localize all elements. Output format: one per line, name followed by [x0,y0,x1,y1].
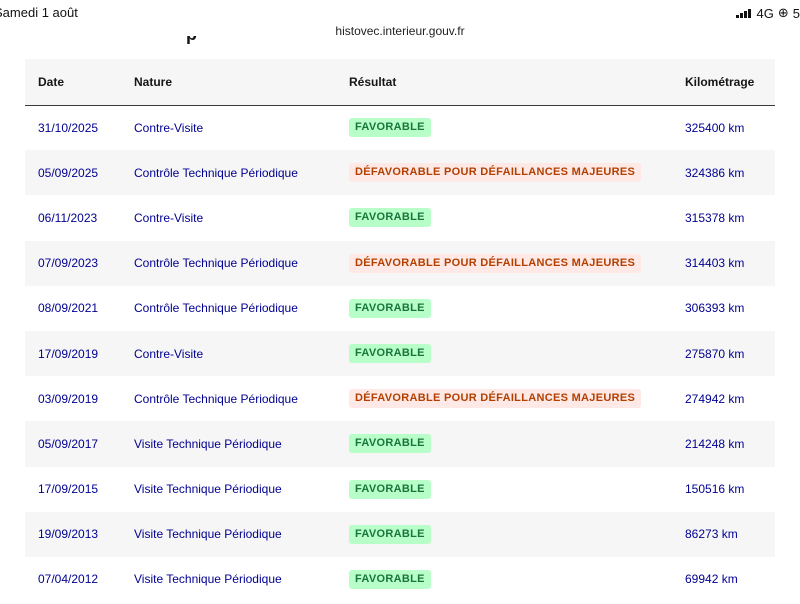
cell-date: 19/09/2013 [38,527,99,542]
cell-mileage: 324386 km [685,165,745,180]
cell-result: FAVORABLE [336,467,672,512]
cell-date: 17/09/2015 [38,482,99,497]
cell-result: FAVORABLE [336,512,672,557]
table-row: 08/09/2021 Contrôle Technique Périodique F… [25,286,775,331]
cell-result: FAVORABLE [336,195,672,240]
cell-nature: Contre-Visite [134,346,204,361]
status-date: Samedi 1 août [0,5,78,20]
cell-date: 07/04/2012 [38,572,99,587]
cell-result: FAVORABLE [336,421,672,466]
inspection-history-table-container: Date Nature Résultat Kilométrage 31/10/2… [25,59,775,604]
table-row: 03/09/2019 Contrôle Technique Périodique D… [25,376,775,421]
cell-date: 05/09/2025 [38,165,99,180]
column-header-date: Date [38,74,65,89]
cell-mileage: 69942 km [685,572,738,587]
result-badge-unfavorable: DÉFAVORABLE POUR DÉFAILLANCES MAJEURES [349,253,642,273]
battery-percent: 5 [792,5,800,21]
cellular-signal-icon [735,8,751,18]
cell-mileage: 214248 km [685,436,745,451]
network-type: 4G [756,5,774,21]
cell-mileage: 314403 km [685,256,745,271]
table-row: 07/09/2023 Contrôle Technique Périodique D… [25,240,775,286]
cell-date: 03/09/2019 [38,391,99,406]
cell-mileage: 274942 km [685,391,745,406]
status-indicators: 4G ⊕ 5 [735,5,800,21]
cell-nature: Visite Technique Périodique [134,482,282,497]
table-row: 17/09/2015 Visite Technique Périodique FAV… [25,467,775,512]
cell-mileage: 275870 km [685,346,745,361]
table-row: 07/04/2012 Visite Technique Périodique FAV… [25,557,775,602]
cell-nature: Contrôle Technique Périodique [134,165,298,180]
result-badge-favorable: FAVORABLE [349,569,431,589]
status-bar: Samedi 1 août 4G ⊕ 5 [0,0,800,24]
cell-date: 31/10/2025 [38,120,99,135]
address-url: histovec.interieur.gouv.fr [335,24,465,38]
cell-mileage: 306393 km [685,301,745,316]
column-header-result: Résultat [349,74,397,89]
table-row: 19/09/2013 Visite Technique Périodique FAV… [25,511,775,557]
result-badge-favorable: FAVORABLE [349,208,431,228]
result-badge-unfavorable: DÉFAVORABLE POUR DÉFAILLANCES MAJEURES [349,389,642,409]
table-row: 17/09/2019 Contre-Visite FAVORABLE 275870 k… [25,330,775,377]
cell-date: 05/09/2017 [38,436,99,451]
table-row: 31/10/2025 Contre-Visite FAVORABLE 325400 k… [25,105,775,150]
cell-nature: Contrôle Technique Périodique [134,391,298,406]
cell-nature: Visite Technique Périodique [134,527,282,542]
cell-result: DÉFAVORABLE POUR DÉFAILLANCES MAJEURES [336,376,672,421]
table-row: 06/11/2023 Contre-Visite FAVORABLE 315378 k… [25,195,775,240]
result-badge-favorable: FAVORABLE [349,479,431,499]
column-header-nature: Nature [134,74,173,89]
table-row: 05/09/2025 Contrôle Technique Périodique D… [25,150,775,196]
column-header-mileage: Kilométrage [685,74,755,89]
section-heading: p [186,36,197,44]
address-bar[interactable]: histovec.interieur.gouv.fr [0,24,800,38]
cell-result: DÉFAVORABLE POUR DÉFAILLANCES MAJEURES [336,241,672,286]
orientation-lock-icon: ⊕ [777,5,789,20]
cell-result: FAVORABLE [336,105,672,150]
cell-result: FAVORABLE [336,557,672,602]
cell-result: FAVORABLE [336,286,672,331]
cell-mileage: 86273 km [685,527,738,542]
result-badge-favorable: FAVORABLE [349,434,431,454]
cell-nature: Visite Technique Périodique [134,436,282,451]
cell-mileage: 315378 km [685,210,745,225]
cell-date: 08/09/2021 [38,301,99,316]
cell-date: 17/09/2019 [38,346,99,361]
result-badge-favorable: FAVORABLE [349,344,431,364]
cell-result: FAVORABLE [336,331,672,376]
result-badge-favorable: FAVORABLE [349,118,431,138]
section-heading-clipped: p [150,36,230,44]
result-badge-favorable: FAVORABLE [349,524,431,544]
table-row: 05/09/2017 Visite Technique Périodique FAV… [25,421,775,467]
result-badge-favorable: FAVORABLE [349,298,431,318]
cell-nature: Contrôle Technique Périodique [134,256,298,271]
cell-result: DÉFAVORABLE POUR DÉFAILLANCES MAJEURES [336,150,672,195]
cell-nature: Visite Technique Périodique [134,572,282,587]
cell-nature: Contre-Visite [134,120,204,135]
cell-date: 06/11/2023 [38,210,98,225]
cell-date: 07/09/2023 [38,256,99,271]
table-header-row: Date Nature Résultat Kilométrage [25,59,775,105]
result-badge-unfavorable: DÉFAVORABLE POUR DÉFAILLANCES MAJEURES [349,163,642,183]
cell-mileage: 325400 km [685,120,745,135]
cell-mileage: 150516 km [685,482,745,497]
cell-nature: Contre-Visite [134,210,204,225]
inspection-history-table: Date Nature Résultat Kilométrage 31/10/2… [25,59,775,602]
cell-nature: Contrôle Technique Périodique [134,301,298,316]
